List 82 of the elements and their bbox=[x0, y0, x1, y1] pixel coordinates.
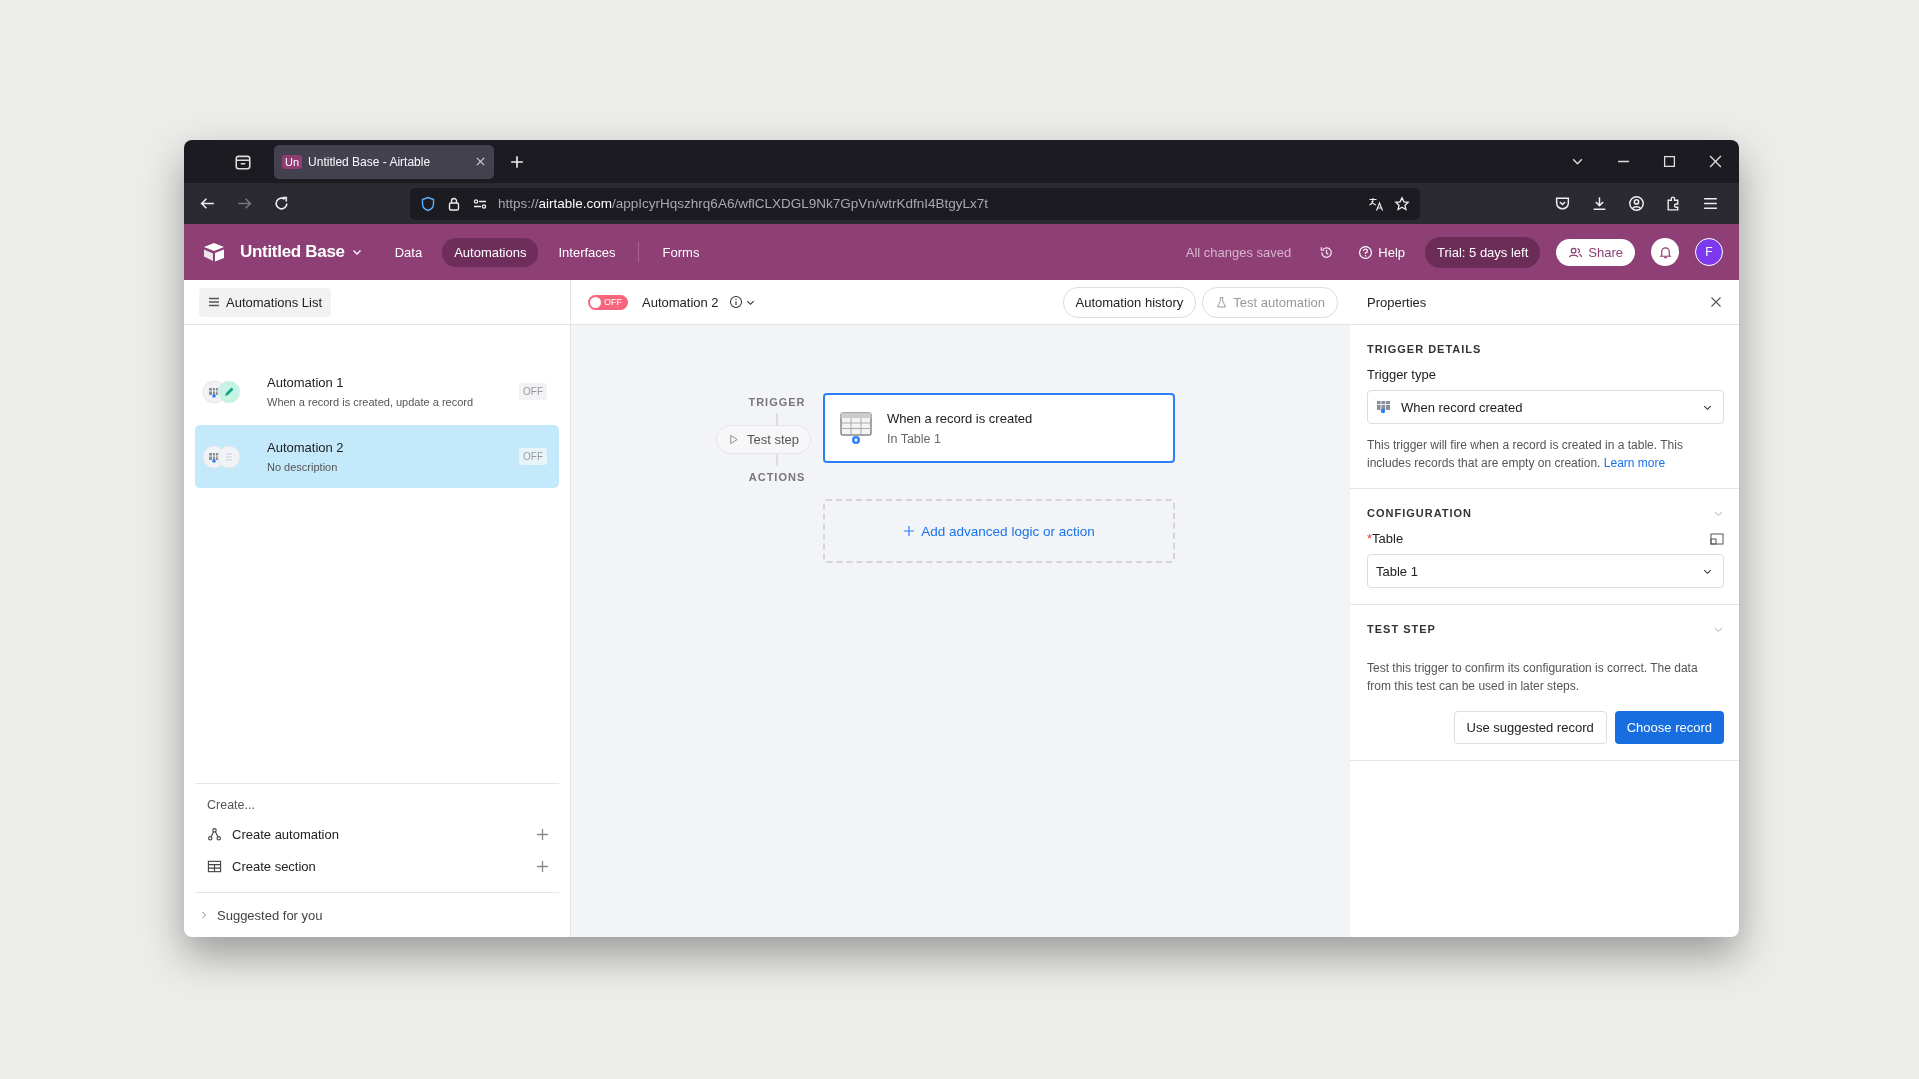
automation-item[interactable]: Automation 1 When a record is created, update a record OFF bbox=[195, 360, 559, 423]
automations-list-button[interactable]: Automations List bbox=[199, 287, 332, 317]
pocket-icon[interactable] bbox=[1554, 195, 1571, 212]
download-icon[interactable] bbox=[1591, 195, 1608, 212]
play-icon bbox=[727, 434, 739, 445]
automation-item[interactable]: Automation 2 No description OFF bbox=[195, 425, 559, 488]
trigger-label: TRIGGER bbox=[747, 396, 807, 408]
menu-icon bbox=[208, 296, 220, 308]
translate-icon[interactable] bbox=[1368, 195, 1384, 212]
test-step-description: Test this trigger to confirm its configuration is correct. The data from this test can be used in later steps. bbox=[1367, 660, 1699, 695]
automation-title[interactable]: Automation 2 bbox=[642, 294, 719, 310]
create-menu-item[interactable]: Create automation bbox=[195, 818, 559, 850]
section-heading: CONFIGURATION bbox=[1367, 507, 1473, 519]
info-icon[interactable] bbox=[728, 295, 743, 309]
branch-icon bbox=[207, 826, 222, 842]
address-bar[interactable]: https://airtable.com/appIcyrHqszhrq6A6/wflCLXDGL9Nk7GpVn/wtrKdfnI4BtgyLx7t bbox=[410, 187, 1420, 220]
field-label: *Table bbox=[1367, 531, 1404, 546]
field-label: Trigger type bbox=[1367, 367, 1437, 382]
save-status: All changes saved bbox=[1185, 244, 1292, 260]
table-icon bbox=[207, 858, 222, 874]
share-button[interactable]: Share bbox=[1556, 238, 1635, 266]
use-suggested-record-button[interactable]: Use suggested record bbox=[1453, 711, 1607, 744]
chevron-right-icon bbox=[199, 910, 209, 920]
close-icon[interactable] bbox=[1710, 296, 1722, 308]
url-text: https://airtable.com/appIcyrHqszhrq6A6/wflCLXDGL9Nk7GpVn/wtrKdfnI4BtgyLx7t bbox=[498, 196, 988, 211]
automation-name: Automation 2 bbox=[267, 440, 345, 455]
bell-icon bbox=[1657, 244, 1673, 260]
reload-icon[interactable] bbox=[273, 195, 290, 212]
automation-description: No description bbox=[267, 461, 339, 473]
choose-record-button[interactable]: Choose record bbox=[1614, 711, 1724, 744]
table-add-icon bbox=[839, 411, 873, 445]
table-and-pencil-icon bbox=[202, 379, 242, 404]
tab-favicon: Un bbox=[282, 154, 303, 169]
trigger-title: When a record is created bbox=[887, 410, 1033, 426]
tab-title: Untitled Base - Airtable bbox=[308, 154, 432, 169]
nav-tab[interactable]: Automations bbox=[442, 237, 539, 267]
create-heading: Create... bbox=[206, 798, 256, 812]
flask-icon bbox=[1215, 295, 1229, 309]
create-menu-item[interactable]: Create section bbox=[195, 850, 559, 882]
history-icon[interactable] bbox=[1319, 244, 1335, 260]
nav-tab[interactable]: Interfaces bbox=[546, 237, 628, 267]
account-icon[interactable] bbox=[1628, 195, 1645, 212]
automation-history-button[interactable]: Automation history bbox=[1062, 286, 1197, 318]
automation-name: Automation 1 bbox=[267, 375, 345, 390]
notifications-button[interactable] bbox=[1651, 238, 1679, 266]
section-heading: TRIGGER DETAILS bbox=[1367, 343, 1483, 355]
section-heading: TEST STEP bbox=[1367, 623, 1436, 635]
trial-button[interactable]: Trial: 5 days left bbox=[1425, 236, 1541, 268]
add-action-area[interactable]: Add advanced logic or action bbox=[823, 499, 1175, 563]
user-avatar[interactable]: F bbox=[1695, 238, 1723, 266]
learn-more-link[interactable]: Learn more bbox=[1603, 456, 1666, 470]
help-icon bbox=[1358, 244, 1374, 260]
trigger-description: This trigger will fire when a record is created in a table. This includes records that are empty on creation. Learn more bbox=[1367, 437, 1684, 472]
trigger-card[interactable]: When a record is created In Table 1 bbox=[823, 393, 1175, 463]
panel-title: Properties bbox=[1367, 294, 1427, 310]
status-badge: OFF bbox=[519, 448, 547, 465]
menu-icon[interactable] bbox=[1702, 195, 1719, 212]
new-tab-icon[interactable] bbox=[510, 154, 524, 169]
table-icon bbox=[1376, 399, 1392, 415]
table-and-list-icon bbox=[202, 444, 242, 469]
suggested-section-toggle[interactable]: Suggested for you bbox=[195, 892, 559, 937]
actions-label: ACTIONS bbox=[747, 471, 807, 483]
logo-icon[interactable] bbox=[202, 242, 226, 262]
maximize-icon[interactable] bbox=[1663, 155, 1676, 168]
plus-icon[interactable] bbox=[536, 859, 549, 873]
help-button[interactable]: Help bbox=[1358, 244, 1405, 260]
nav-tab[interactable]: Forms bbox=[650, 237, 712, 267]
plus-icon[interactable] bbox=[536, 827, 549, 841]
table-select[interactable]: Table 1 bbox=[1367, 554, 1724, 588]
plus-icon bbox=[903, 525, 916, 537]
shield-icon[interactable] bbox=[420, 195, 436, 212]
status-badge: OFF bbox=[519, 383, 547, 400]
lock-icon[interactable] bbox=[446, 195, 462, 212]
test-step-button[interactable]: Test step bbox=[715, 425, 811, 454]
base-name[interactable]: Untitled Base bbox=[240, 242, 345, 262]
trigger-subtitle: In Table 1 bbox=[887, 431, 942, 446]
trigger-type-select[interactable]: When record created bbox=[1367, 390, 1724, 424]
browser-tab[interactable]: Un Untitled Base - Airtable bbox=[274, 144, 494, 179]
expand-icon[interactable] bbox=[1710, 532, 1724, 545]
automation-description: When a record is created, update a record bbox=[267, 396, 475, 408]
star-icon[interactable] bbox=[1394, 195, 1410, 212]
nav-tab[interactable]: Data bbox=[382, 237, 435, 267]
